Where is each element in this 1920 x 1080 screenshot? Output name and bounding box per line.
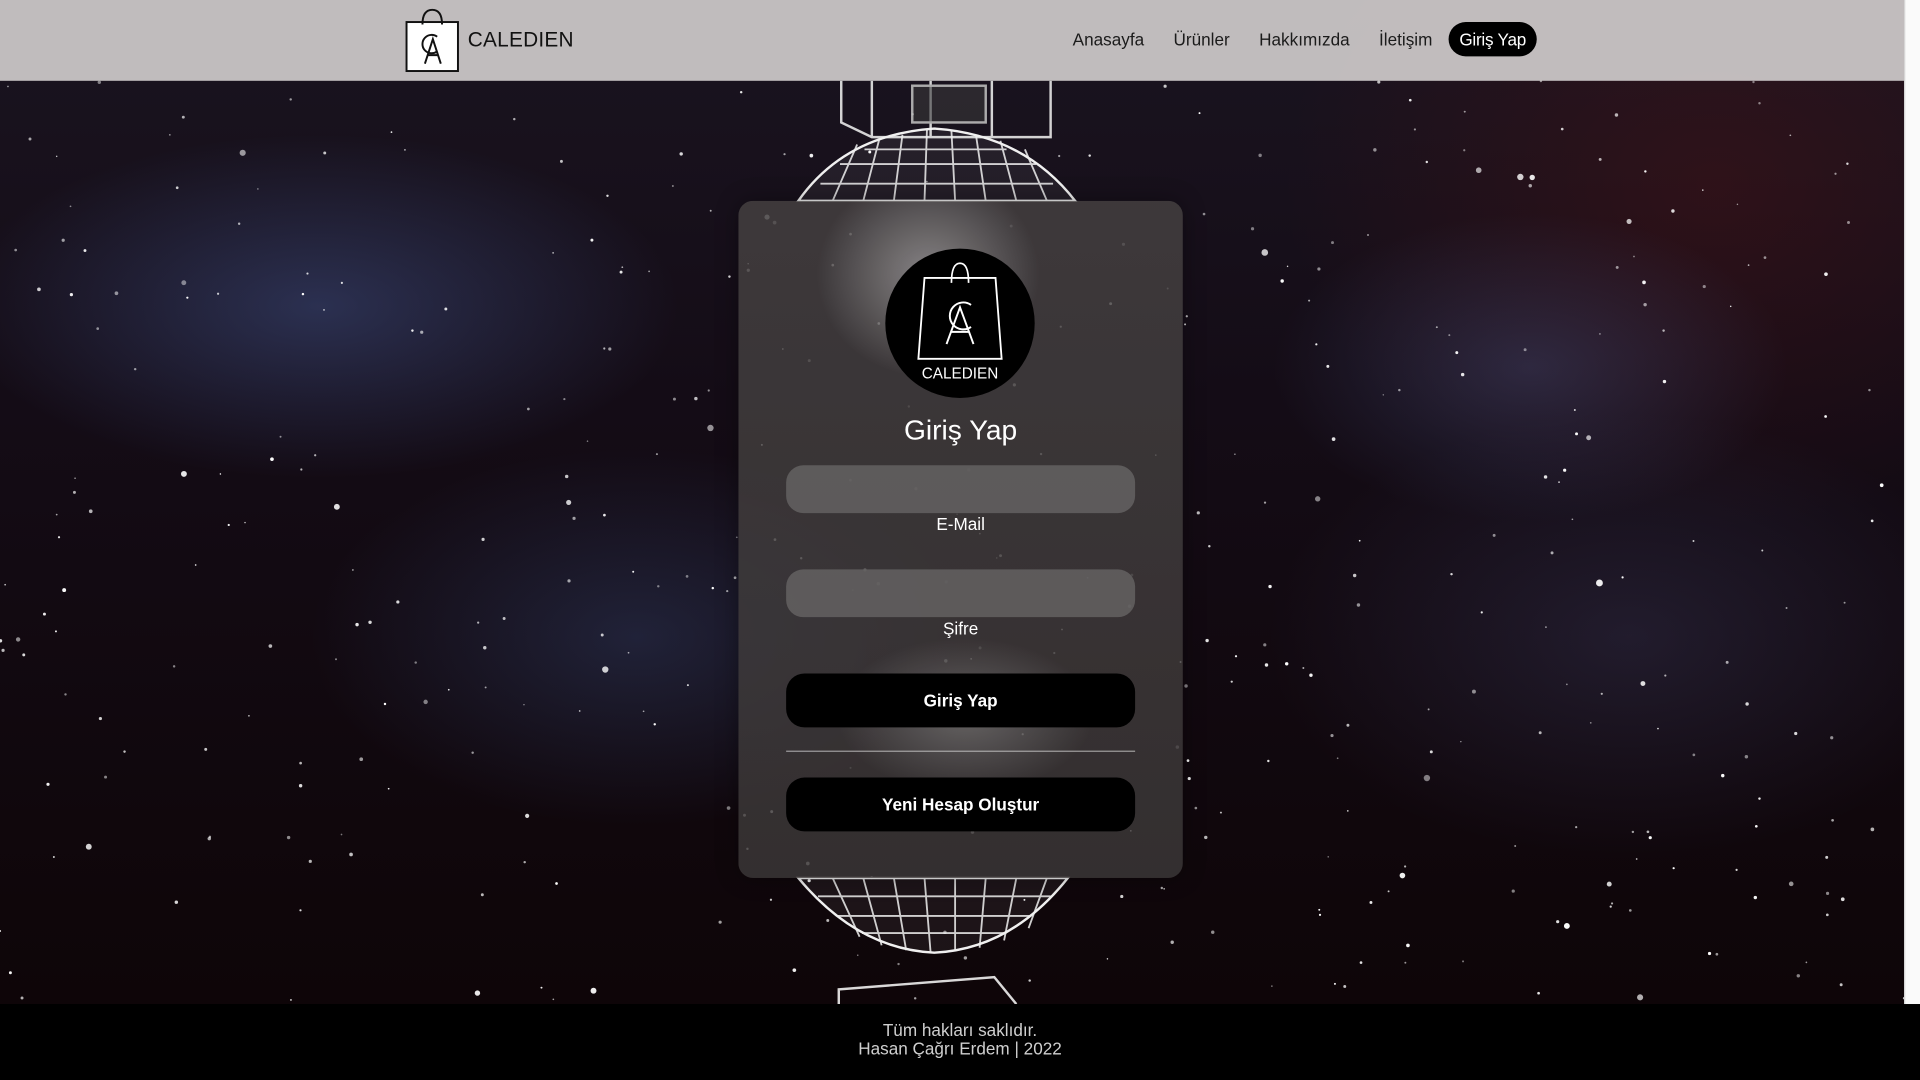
footer-copyright: Tüm hakları saklıdır. — [882, 1020, 1038, 1040]
nav-link-products[interactable]: Ürünler — [1159, 22, 1245, 56]
password-label: Şifre — [942, 618, 979, 638]
divider — [786, 750, 1136, 752]
card-logo-text: CALEDIEN — [922, 365, 999, 382]
shopping-bag-ca-icon — [405, 8, 459, 73]
footer-author: Hasan Çağrı Erdem | 2022 — [858, 1038, 1062, 1058]
scrollbar[interactable] — [1904, 0, 1920, 1005]
login-card: CALEDIEN Giriş Yap E-Mail Şifre Giriş Ya… — [738, 200, 1183, 878]
login-title: Giriş Yap — [904, 413, 1018, 446]
nav-login-button[interactable]: Giriş Yap — [1448, 22, 1538, 57]
footer: Tüm hakları saklıdır. Hasan Çağrı Erdem … — [0, 1004, 1920, 1080]
create-account-button[interactable]: Yeni Hesap Oluştur — [786, 777, 1136, 832]
email-label: E-Mail — [936, 514, 985, 534]
shopping-bag-ca-icon: CALEDIEN — [917, 262, 1003, 382]
card-logo: CALEDIEN — [885, 248, 1035, 398]
top-navbar: CALEDIEN Anasayfa Ürünler Hakkımızda İle… — [0, 0, 1905, 81]
brand-logo-link[interactable]: CALEDIEN — [404, 7, 574, 73]
nav-link-home[interactable]: Anasayfa — [1058, 22, 1159, 56]
login-submit-button[interactable]: Giriş Yap — [786, 673, 1136, 728]
brand-name: CALEDIEN — [467, 28, 574, 52]
password-field[interactable] — [786, 569, 1136, 618]
email-field[interactable] — [786, 465, 1136, 514]
nav-link-about[interactable]: Hakkımızda — [1244, 22, 1364, 56]
page: CALEDIEN Anasayfa Ürünler Hakkımızda İle… — [0, 0, 1920, 1080]
nav-links: Anasayfa Ürünler Hakkımızda İletişim Gir… — [1058, 22, 1538, 57]
nav-link-contact[interactable]: İletişim — [1364, 22, 1447, 56]
